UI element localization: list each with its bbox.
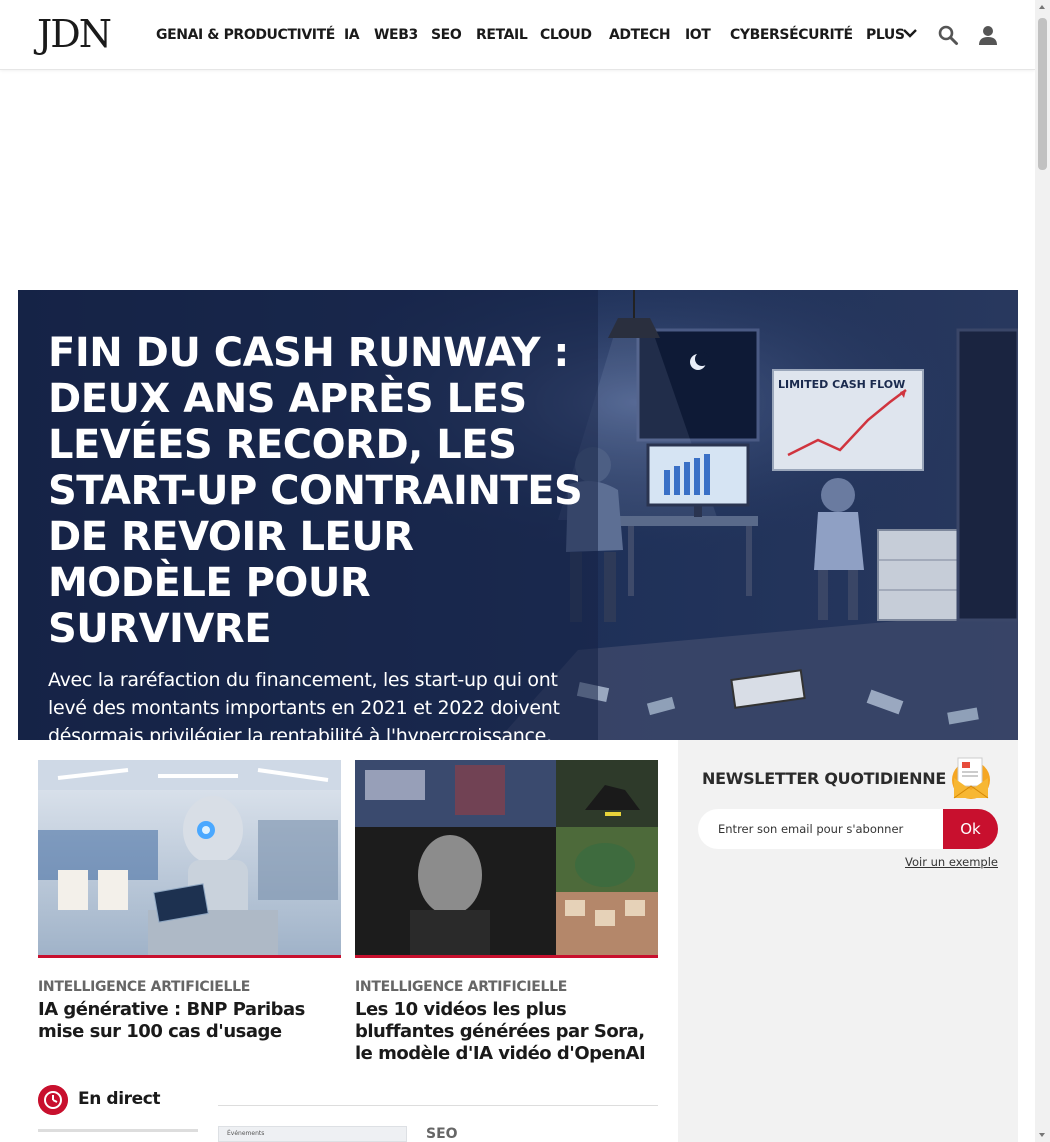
nav-item-adtech[interactable]: ADTECH [609,24,671,46]
hero-text-block: Fin du cash runway : deux ans après les … [48,330,588,740]
nav-item-plus[interactable]: PLUS [866,24,905,46]
hero-title[interactable]: Fin du cash runway : deux ans après les … [48,330,588,652]
chevron-down-icon[interactable] [900,25,920,43]
article-image[interactable] [38,760,341,958]
article-card[interactable]: INTELLIGENCE ARTIFICIELLE Les 10 vidéos … [355,760,658,1065]
nav-item-seo[interactable]: SEO [431,24,462,46]
nav-item-retail[interactable]: RETAIL [476,24,528,46]
nav-item-genai[interactable]: GENAI & PRODUCTIVITÉ [156,24,335,46]
hero-description: Avec la raréfaction du financement, les … [48,669,560,740]
sora-collage-image [355,760,658,955]
nav-item-cloud[interactable]: CLOUD [540,24,592,46]
sidebar: NEWSLETTER QUOTIDIENNE Ok Voir un exempl… [678,740,1018,1142]
newsletter-example-link[interactable]: Voir un exemple [905,855,998,869]
newsletter-title: NEWSLETTER QUOTIDIENNE [702,769,946,788]
nav-item-ia[interactable]: IA [344,24,360,46]
thumbnail-text: Événements [227,1130,265,1137]
divider [218,1105,658,1106]
nav-item-web3[interactable]: WEB3 [374,24,418,46]
newsletter-envelope-icon [952,757,990,799]
article-card[interactable]: INTELLIGENCE ARTIFICIELLE IA générative … [38,760,341,1043]
site-header: JDN GENAI & PRODUCTIVITÉ IA WEB3 SEO RET… [0,0,1035,70]
user-icon[interactable] [977,24,999,46]
article-title[interactable]: IA générative : BNP Paribas mise sur 100… [38,999,341,1043]
hero-board-title-text: LIMITED CASH FLOW [778,378,905,391]
newsletter-email-input[interactable] [698,809,948,849]
clock-icon [38,1085,68,1115]
scroll-thumb[interactable] [1038,18,1047,170]
article-title[interactable]: Les 10 vidéos les plus bluffantes généré… [355,999,658,1065]
article-image[interactable] [355,760,658,958]
live-divider [38,1129,198,1132]
hero-article[interactable]: LIMITED CASH FLOW Fin du cash runway : d… [18,290,1018,740]
page-scrollbar[interactable] [1035,0,1050,1142]
nav-item-cybersecurite[interactable]: CYBERSÉCURITÉ [730,24,853,46]
article-list: INTELLIGENCE ARTIFICIELLE IA générative … [18,740,678,1142]
article-category[interactable]: INTELLIGENCE ARTIFICIELLE [38,979,341,995]
live-label[interactable]: En direct [78,1089,161,1109]
article-category[interactable]: SEO [426,1126,458,1142]
article-thumbnail[interactable]: Événements [218,1126,407,1142]
robot-illustration [38,760,341,955]
article-category[interactable]: INTELLIGENCE ARTIFICIELLE [355,979,658,995]
newsletter-form: Ok [698,809,998,849]
scroll-up-arrow[interactable] [1039,5,1045,9]
site-logo[interactable]: JDN [37,14,112,54]
search-icon[interactable] [937,24,959,46]
newsletter-submit-button[interactable]: Ok [943,809,998,849]
nav-item-iot[interactable]: IOT [685,24,711,46]
hero-board-title: LIMITED CASH FLOW [778,378,905,391]
scroll-down-arrow[interactable] [1039,1133,1045,1137]
